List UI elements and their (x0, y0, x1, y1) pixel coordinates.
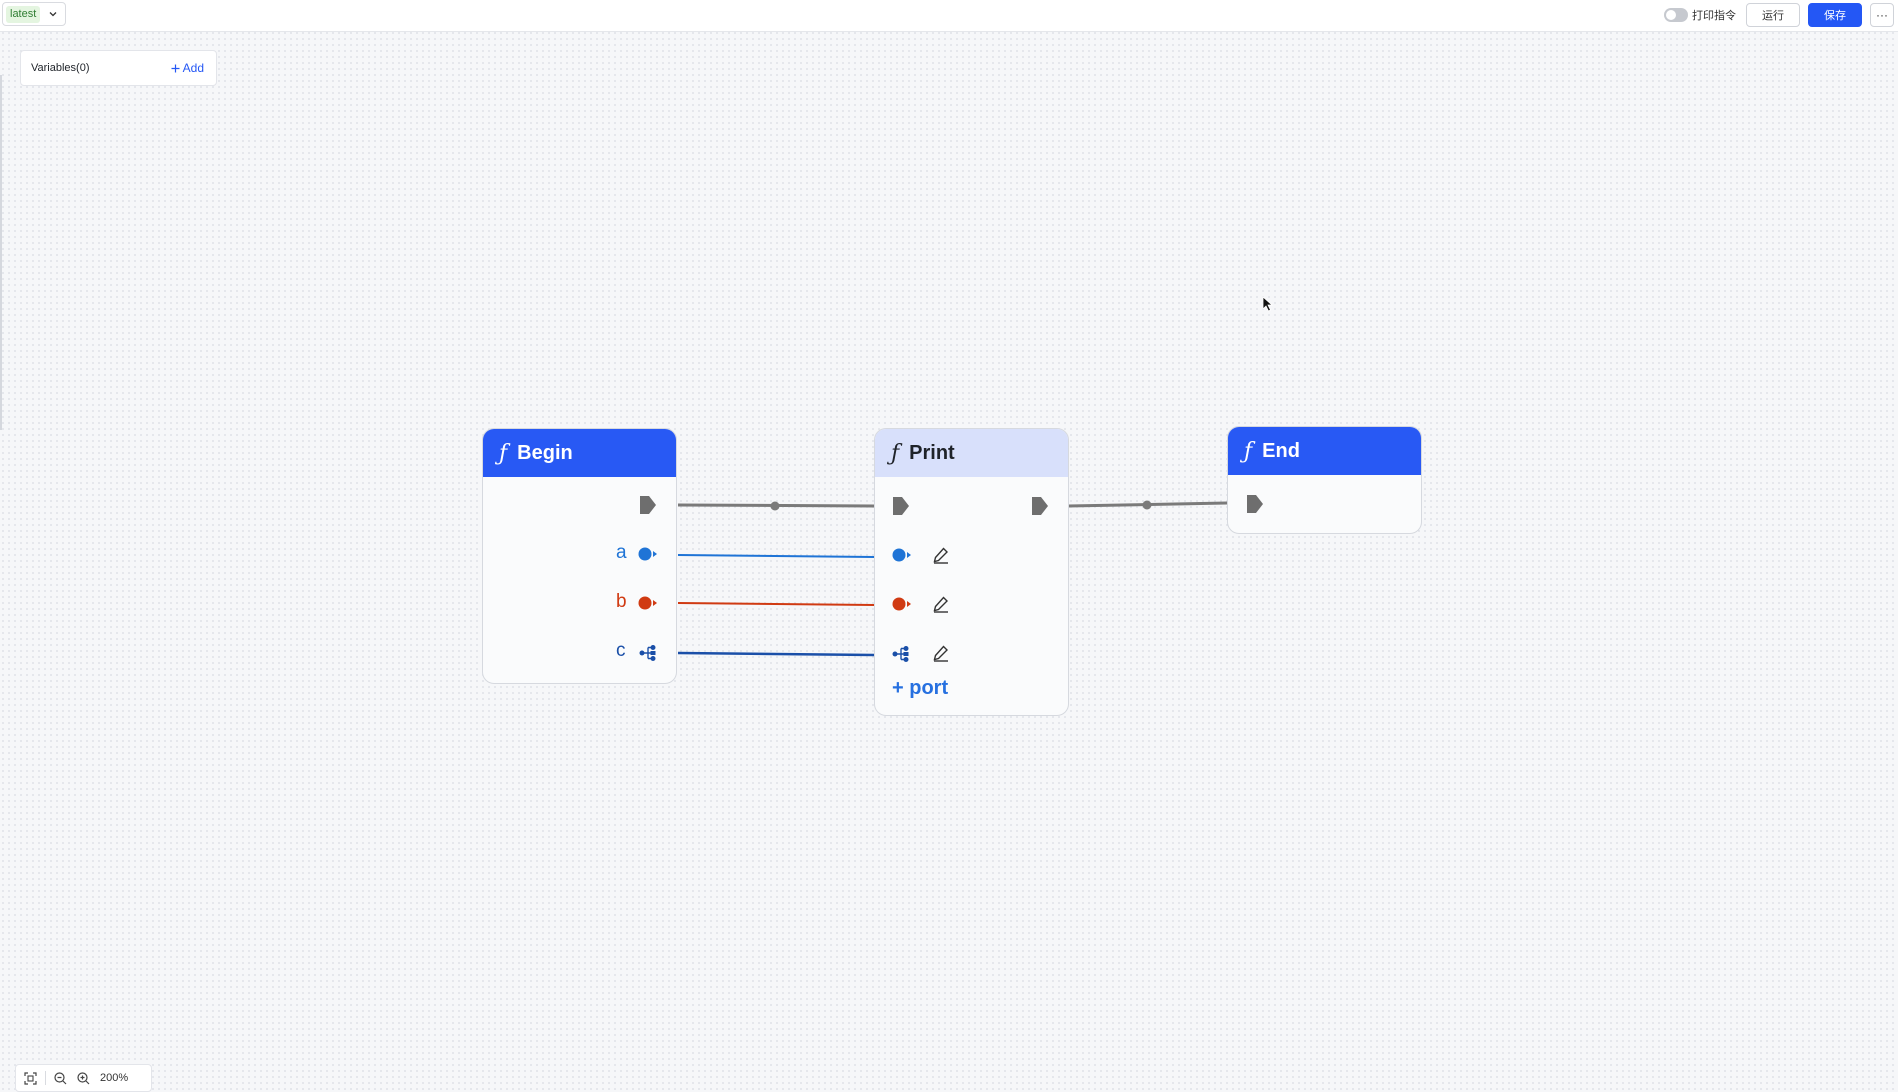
data-connection-c[interactable] (677, 651, 875, 657)
print-node[interactable]: ƒ Print + port (874, 428, 1069, 716)
struct-port-icon[interactable] (892, 645, 910, 663)
value-port-icon[interactable] (638, 546, 658, 562)
begin-node-header[interactable]: ƒ Begin (483, 429, 676, 477)
flow-output-port-icon[interactable] (1031, 496, 1049, 516)
begin-port-label-c: c (616, 640, 626, 661)
zoom-in-icon[interactable] (77, 1071, 90, 1085)
data-connection-a[interactable] (677, 554, 875, 558)
begin-node-title: Begin (517, 441, 573, 464)
function-icon: ƒ (499, 440, 508, 466)
begin-port-label-b: b (616, 591, 627, 612)
zoom-out-icon[interactable] (54, 1071, 67, 1085)
edit-icon[interactable] (932, 546, 950, 564)
flow-input-port-icon[interactable] (1246, 494, 1264, 514)
flow-connection-midpoint[interactable] (1142, 500, 1152, 510)
mouse-cursor-icon (1262, 296, 1274, 312)
fit-view-icon[interactable] (24, 1071, 37, 1085)
data-connection-b[interactable] (677, 602, 875, 606)
end-node-title: End (1262, 439, 1300, 462)
zoom-separator (45, 1071, 46, 1085)
print-node-header[interactable]: ƒ Print (875, 429, 1068, 477)
edit-icon[interactable] (932, 644, 950, 662)
add-port-button[interactable]: + port (892, 677, 948, 700)
struct-port-icon[interactable] (639, 644, 657, 662)
end-node[interactable]: ƒ End (1227, 426, 1422, 534)
flow-connection-midpoint[interactable] (770, 501, 780, 511)
flow-output-port-icon[interactable] (639, 495, 657, 515)
function-icon: ƒ (1244, 438, 1253, 464)
flow-input-port-icon[interactable] (892, 496, 910, 516)
edit-icon[interactable] (932, 595, 950, 613)
end-node-header[interactable]: ƒ End (1228, 427, 1421, 475)
zoom-toolbar: 200% (15, 1064, 152, 1092)
value-port-icon[interactable] (892, 547, 912, 563)
value-port-icon[interactable] (892, 596, 912, 612)
value-port-icon[interactable] (638, 595, 658, 611)
print-node-title: Print (909, 441, 955, 464)
begin-port-label-a: a (616, 542, 627, 563)
begin-node[interactable]: ƒ Begin a b c (482, 428, 677, 684)
function-icon: ƒ (891, 440, 900, 466)
zoom-level: 200% (100, 1072, 129, 1084)
